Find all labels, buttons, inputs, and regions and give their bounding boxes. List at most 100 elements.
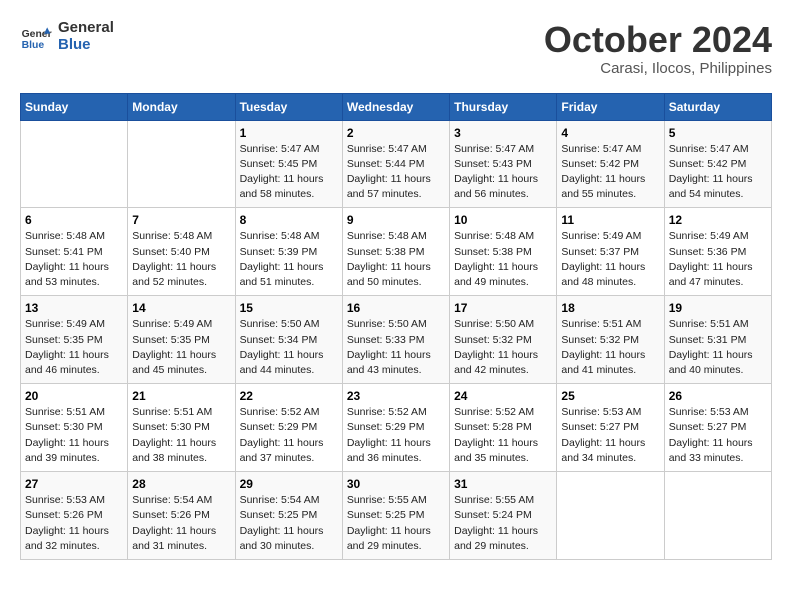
day-number: 31 (454, 477, 552, 491)
day-info: Sunrise: 5:48 AMSunset: 5:38 PMDaylight:… (454, 229, 552, 290)
day-info: Sunrise: 5:51 AMSunset: 5:30 PMDaylight:… (132, 405, 230, 466)
day-info: Sunrise: 5:48 AMSunset: 5:39 PMDaylight:… (240, 229, 338, 290)
calendar-cell: 28 Sunrise: 5:54 AMSunset: 5:26 PMDayligh… (128, 472, 235, 560)
calendar-cell: 31Sunrise: 5:55 AMSunset: 5:24 PMDayligh… (450, 472, 557, 560)
day-info: Sunrise: 5:47 AMSunset: 5:42 PMDaylight:… (669, 142, 767, 203)
day-info: Sunrise: 5:50 AMSunset: 5:32 PMDaylight:… (454, 317, 552, 378)
weekday-header: Sunday (21, 93, 128, 120)
logo: General Blue General Blue (20, 20, 114, 53)
calendar-cell (664, 472, 771, 560)
calendar-cell: 24 Sunrise: 5:52 AMSunset: 5:28 PMDayligh… (450, 384, 557, 472)
day-number: 17 (454, 301, 552, 315)
calendar-week-row: 6 Sunrise: 5:48 AMSunset: 5:41 PMDaylight… (21, 208, 772, 296)
day-info: Sunrise: 5:48 AMSunset: 5:38 PMDaylight:… (347, 229, 445, 290)
day-number: 20 (25, 389, 123, 403)
day-info: Sunrise: 5:51 AMSunset: 5:32 PMDaylight:… (561, 317, 659, 378)
day-number: 12 (669, 213, 767, 227)
day-number: 27 (25, 477, 123, 491)
calendar-week-row: 1 Sunrise: 5:47 AMSunset: 5:45 PMDaylight… (21, 120, 772, 208)
day-info: Sunrise: 5:49 AMSunset: 5:35 PMDaylight:… (25, 317, 123, 378)
day-info: Sunrise: 5:48 AMSunset: 5:41 PMDaylight:… (25, 229, 123, 290)
calendar-cell (21, 120, 128, 208)
day-number: 28 (132, 477, 230, 491)
day-number: 2 (347, 126, 445, 140)
day-info: Sunrise: 5:47 AMSunset: 5:45 PMDaylight:… (240, 142, 338, 203)
day-number: 21 (132, 389, 230, 403)
weekday-header: Saturday (664, 93, 771, 120)
calendar-cell: 6 Sunrise: 5:48 AMSunset: 5:41 PMDaylight… (21, 208, 128, 296)
calendar-cell: 15 Sunrise: 5:50 AMSunset: 5:34 PMDayligh… (235, 296, 342, 384)
calendar-cell: 14 Sunrise: 5:49 AMSunset: 5:35 PMDayligh… (128, 296, 235, 384)
day-number: 23 (347, 389, 445, 403)
day-info: Sunrise: 5:47 AMSunset: 5:42 PMDaylight:… (561, 142, 659, 203)
calendar-cell: 23 Sunrise: 5:52 AMSunset: 5:29 PMDayligh… (342, 384, 449, 472)
calendar-cell: 3Sunrise: 5:47 AMSunset: 5:43 PMDaylight… (450, 120, 557, 208)
day-info: Sunrise: 5:55 AMSunset: 5:25 PMDaylight:… (347, 493, 445, 554)
day-info: Sunrise: 5:50 AMSunset: 5:34 PMDaylight:… (240, 317, 338, 378)
calendar-cell: 1 Sunrise: 5:47 AMSunset: 5:45 PMDaylight… (235, 120, 342, 208)
day-info: Sunrise: 5:49 AMSunset: 5:35 PMDaylight:… (132, 317, 230, 378)
day-info: Sunrise: 5:52 AMSunset: 5:29 PMDaylight:… (347, 405, 445, 466)
day-number: 19 (669, 301, 767, 315)
day-info: Sunrise: 5:49 AMSunset: 5:36 PMDaylight:… (669, 229, 767, 290)
calendar-cell: 18 Sunrise: 5:51 AMSunset: 5:32 PMDayligh… (557, 296, 664, 384)
day-number: 8 (240, 213, 338, 227)
calendar-cell: 29Sunrise: 5:54 AMSunset: 5:25 PMDayligh… (235, 472, 342, 560)
day-number: 18 (561, 301, 659, 315)
logo-blue: Blue (58, 37, 114, 54)
weekday-header-row: SundayMondayTuesdayWednesdayThursdayFrid… (21, 93, 772, 120)
calendar-cell: 10 Sunrise: 5:48 AMSunset: 5:38 PMDayligh… (450, 208, 557, 296)
weekday-header: Tuesday (235, 93, 342, 120)
day-info: Sunrise: 5:52 AMSunset: 5:28 PMDaylight:… (454, 405, 552, 466)
day-number: 5 (669, 126, 767, 140)
day-number: 25 (561, 389, 659, 403)
calendar-cell: 9Sunrise: 5:48 AMSunset: 5:38 PMDaylight… (342, 208, 449, 296)
calendar-cell: 30 Sunrise: 5:55 AMSunset: 5:25 PMDayligh… (342, 472, 449, 560)
day-info: Sunrise: 5:51 AMSunset: 5:30 PMDaylight:… (25, 405, 123, 466)
calendar-week-row: 20 Sunrise: 5:51 AMSunset: 5:30 PMDayligh… (21, 384, 772, 472)
day-number: 24 (454, 389, 552, 403)
calendar-cell: 7Sunrise: 5:48 AMSunset: 5:40 PMDaylight… (128, 208, 235, 296)
svg-text:Blue: Blue (22, 40, 45, 51)
calendar-cell: 22Sunrise: 5:52 AMSunset: 5:29 PMDayligh… (235, 384, 342, 472)
title-block: October 2024 Carasi, Ilocos, Philippines (544, 20, 772, 77)
location: Carasi, Ilocos, Philippines (544, 60, 772, 77)
calendar-cell: 16Sunrise: 5:50 AMSunset: 5:33 PMDayligh… (342, 296, 449, 384)
day-number: 1 (240, 126, 338, 140)
logo-icon: General Blue (20, 21, 52, 53)
weekday-header: Wednesday (342, 93, 449, 120)
month-title: October 2024 (544, 20, 772, 60)
day-number: 6 (25, 213, 123, 227)
calendar-cell: 21 Sunrise: 5:51 AMSunset: 5:30 PMDayligh… (128, 384, 235, 472)
calendar-cell: 27 Sunrise: 5:53 AMSunset: 5:26 PMDayligh… (21, 472, 128, 560)
calendar-cell: 8 Sunrise: 5:48 AMSunset: 5:39 PMDaylight… (235, 208, 342, 296)
day-number: 4 (561, 126, 659, 140)
day-info: Sunrise: 5:53 AMSunset: 5:27 PMDaylight:… (561, 405, 659, 466)
day-number: 29 (240, 477, 338, 491)
calendar-cell: 26Sunrise: 5:53 AMSunset: 5:27 PMDayligh… (664, 384, 771, 472)
weekday-header: Monday (128, 93, 235, 120)
weekday-header: Friday (557, 93, 664, 120)
day-info: Sunrise: 5:54 AMSunset: 5:26 PMDaylight:… (132, 493, 230, 554)
calendar-cell: 4 Sunrise: 5:47 AMSunset: 5:42 PMDaylight… (557, 120, 664, 208)
calendar-week-row: 13 Sunrise: 5:49 AMSunset: 5:35 PMDayligh… (21, 296, 772, 384)
weekday-header: Thursday (450, 93, 557, 120)
day-number: 10 (454, 213, 552, 227)
calendar-cell: 25 Sunrise: 5:53 AMSunset: 5:27 PMDayligh… (557, 384, 664, 472)
calendar-cell: 17 Sunrise: 5:50 AMSunset: 5:32 PMDayligh… (450, 296, 557, 384)
day-number: 13 (25, 301, 123, 315)
day-number: 14 (132, 301, 230, 315)
day-info: Sunrise: 5:52 AMSunset: 5:29 PMDaylight:… (240, 405, 338, 466)
calendar-cell: 2Sunrise: 5:47 AMSunset: 5:44 PMDaylight… (342, 120, 449, 208)
day-number: 30 (347, 477, 445, 491)
day-info: Sunrise: 5:51 AMSunset: 5:31 PMDaylight:… (669, 317, 767, 378)
day-info: Sunrise: 5:48 AMSunset: 5:40 PMDaylight:… (132, 229, 230, 290)
day-info: Sunrise: 5:53 AMSunset: 5:26 PMDaylight:… (25, 493, 123, 554)
calendar-cell: 12 Sunrise: 5:49 AMSunset: 5:36 PMDayligh… (664, 208, 771, 296)
calendar-cell (557, 472, 664, 560)
day-number: 11 (561, 213, 659, 227)
day-number: 15 (240, 301, 338, 315)
calendar-table: SundayMondayTuesdayWednesdayThursdayFrid… (20, 93, 772, 560)
day-number: 16 (347, 301, 445, 315)
calendar-cell: 20 Sunrise: 5:51 AMSunset: 5:30 PMDayligh… (21, 384, 128, 472)
